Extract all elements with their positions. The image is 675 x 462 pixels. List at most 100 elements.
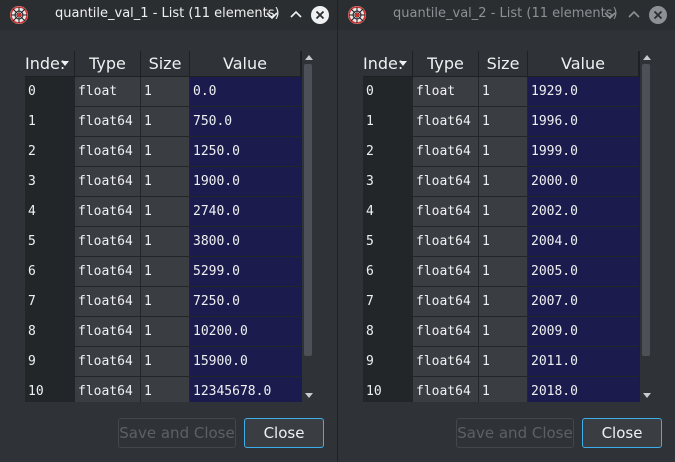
column-header-value[interactable]: Value (190, 51, 301, 76)
scrollbar-thumb[interactable] (304, 64, 312, 356)
index-cell[interactable]: 1 (363, 107, 412, 136)
value-cell[interactable]: 1996.0 (528, 107, 639, 136)
type-cell[interactable]: float64 (75, 377, 140, 402)
table-row[interactable]: 1 float64 1 1996.0 (363, 107, 639, 137)
index-cell[interactable]: 6 (363, 257, 412, 286)
table-row[interactable]: 9 float64 1 15900.0 (25, 347, 301, 377)
table-row[interactable]: 4 float64 1 2002.0 (363, 197, 639, 227)
vertical-scrollbar[interactable] (301, 51, 314, 402)
type-cell[interactable]: float (75, 77, 140, 106)
size-cell[interactable]: 1 (141, 227, 189, 256)
table-row[interactable]: 10 float64 1 2018.0 (363, 377, 639, 402)
index-cell[interactable]: 2 (363, 137, 412, 166)
value-cell[interactable]: 2009.0 (528, 317, 639, 346)
value-cell[interactable]: 750.0 (190, 107, 301, 136)
size-cell[interactable]: 1 (479, 107, 527, 136)
table-row[interactable]: 1 float64 1 750.0 (25, 107, 301, 137)
size-cell[interactable]: 1 (479, 317, 527, 346)
size-cell[interactable]: 1 (141, 77, 189, 106)
value-cell[interactable]: 2005.0 (528, 257, 639, 286)
size-cell[interactable]: 1 (141, 257, 189, 286)
index-cell[interactable]: 0 (363, 77, 412, 106)
maximize-chevron-up-icon[interactable] (287, 6, 305, 24)
table-row[interactable]: 4 float64 1 2740.0 (25, 197, 301, 227)
index-cell[interactable]: 4 (363, 197, 412, 226)
table-row[interactable]: 0 float 1 0.0 (25, 77, 301, 107)
size-cell[interactable]: 1 (141, 107, 189, 136)
scroll-down-arrow-icon[interactable] (643, 393, 651, 398)
size-cell[interactable]: 1 (141, 287, 189, 316)
table-row[interactable]: 8 float64 1 10200.0 (25, 317, 301, 347)
index-cell[interactable]: 8 (25, 317, 74, 346)
column-header-index[interactable]: Inde: (363, 51, 413, 76)
type-cell[interactable]: float64 (413, 167, 478, 196)
value-cell[interactable]: 2007.0 (528, 287, 639, 316)
close-window-icon[interactable] (311, 6, 329, 24)
value-cell[interactable]: 12345678.0 (190, 377, 301, 402)
vertical-scrollbar[interactable] (639, 51, 652, 402)
index-cell[interactable]: 1 (25, 107, 74, 136)
type-cell[interactable]: float64 (413, 287, 478, 316)
value-cell[interactable]: 2011.0 (528, 347, 639, 376)
size-cell[interactable]: 1 (141, 347, 189, 376)
type-cell[interactable]: float64 (75, 197, 140, 226)
index-cell[interactable]: 3 (363, 167, 412, 196)
index-cell[interactable]: 10 (363, 377, 412, 402)
table-row[interactable]: 0 float 1 1929.0 (363, 77, 639, 107)
value-cell[interactable]: 15900.0 (190, 347, 301, 376)
table-row[interactable]: 3 float64 1 1900.0 (25, 167, 301, 197)
index-cell[interactable]: 10 (25, 377, 74, 402)
value-cell[interactable]: 1900.0 (190, 167, 301, 196)
value-cell[interactable]: 2740.0 (190, 197, 301, 226)
save-and-close-button[interactable]: Save and Close (118, 418, 236, 448)
index-cell[interactable]: 9 (25, 347, 74, 376)
index-cell[interactable]: 2 (25, 137, 74, 166)
table-row[interactable]: 7 float64 1 2007.0 (363, 287, 639, 317)
index-cell[interactable]: 3 (25, 167, 74, 196)
value-cell[interactable]: 2000.0 (528, 167, 639, 196)
table-row[interactable]: 2 float64 1 1250.0 (25, 137, 301, 167)
index-cell[interactable]: 7 (25, 287, 74, 316)
type-cell[interactable]: float64 (413, 347, 478, 376)
value-cell[interactable]: 5299.0 (190, 257, 301, 286)
type-cell[interactable]: float64 (413, 197, 478, 226)
scroll-down-arrow-icon[interactable] (305, 393, 313, 398)
table-row[interactable]: 5 float64 1 2004.0 (363, 227, 639, 257)
table-row[interactable]: 6 float64 1 2005.0 (363, 257, 639, 287)
size-cell[interactable]: 1 (479, 287, 527, 316)
list-table[interactable]: Inde: Type Size Value 0 float 1 0.0 1 float6… (25, 51, 314, 402)
close-button[interactable]: Close (244, 418, 324, 448)
minimize-chevron-down-icon[interactable] (263, 6, 281, 24)
type-cell[interactable]: float64 (75, 137, 140, 166)
maximize-chevron-up-icon[interactable] (625, 6, 643, 24)
type-cell[interactable]: float64 (413, 227, 478, 256)
type-cell[interactable]: float64 (75, 347, 140, 376)
table-row[interactable]: 2 float64 1 1999.0 (363, 137, 639, 167)
type-cell[interactable]: float64 (75, 167, 140, 196)
value-cell[interactable]: 7250.0 (190, 287, 301, 316)
type-cell[interactable]: float64 (75, 317, 140, 346)
table-row[interactable]: 8 float64 1 2009.0 (363, 317, 639, 347)
type-cell[interactable]: float64 (413, 257, 478, 286)
type-cell[interactable]: float64 (413, 107, 478, 136)
value-cell[interactable]: 1929.0 (528, 77, 639, 106)
title-bar[interactable]: quantile_val_2 - List (11 elements) (338, 0, 675, 30)
column-header-value[interactable]: Value (528, 51, 639, 76)
type-cell[interactable]: float64 (75, 107, 140, 136)
type-cell[interactable]: float64 (75, 257, 140, 286)
index-cell[interactable]: 6 (25, 257, 74, 286)
size-cell[interactable]: 1 (479, 137, 527, 166)
size-cell[interactable]: 1 (479, 197, 527, 226)
index-cell[interactable]: 8 (363, 317, 412, 346)
table-row[interactable]: 6 float64 1 5299.0 (25, 257, 301, 287)
scroll-up-arrow-icon[interactable] (305, 55, 313, 60)
size-cell[interactable]: 1 (479, 167, 527, 196)
scrollbar-thumb[interactable] (642, 64, 650, 356)
type-cell[interactable]: float64 (75, 227, 140, 256)
scroll-up-arrow-icon[interactable] (643, 55, 651, 60)
size-cell[interactable]: 1 (141, 137, 189, 166)
size-cell[interactable]: 1 (141, 167, 189, 196)
list-table[interactable]: Inde: Type Size Value 0 float 1 1929.0 1 flo… (363, 51, 652, 402)
column-header-size[interactable]: Size (479, 51, 528, 76)
value-cell[interactable]: 1250.0 (190, 137, 301, 166)
